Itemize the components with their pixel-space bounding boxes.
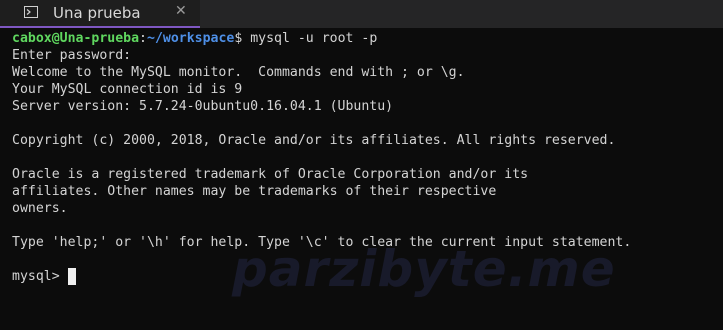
output-line: Your MySQL connection id is 9 bbox=[12, 82, 243, 97]
watermark: parzibyte.me bbox=[232, 240, 616, 298]
close-icon[interactable]: ✕ bbox=[175, 3, 187, 19]
output-line: Copyright (c) 2000, 2018, Oracle and/or … bbox=[12, 133, 616, 148]
mysql-prompt: mysql> bbox=[12, 269, 68, 284]
user-host: cabox@Una-prueba bbox=[12, 31, 140, 46]
tab-title: Una prueba bbox=[53, 4, 141, 22]
output-line: Server version: 5.7.24-0ubuntu0.16.04.1 … bbox=[12, 99, 394, 114]
terminal-tab[interactable]: Una prueba ✕ bbox=[0, 0, 200, 28]
output-line: Welcome to the MySQL monitor. Commands e… bbox=[12, 65, 465, 80]
output-line: Oracle is a registered trademark of Orac… bbox=[12, 167, 529, 182]
tab-bar: Una prueba ✕ bbox=[0, 0, 723, 28]
working-directory: ~/workspace bbox=[147, 31, 235, 46]
output-line: affiliates. Other names may be trademark… bbox=[12, 184, 497, 199]
output-line: Enter password: bbox=[12, 48, 132, 63]
terminal-icon bbox=[24, 6, 38, 18]
text-cursor bbox=[67, 268, 76, 285]
shell-command: mysql -u root -p bbox=[250, 31, 378, 46]
prompt-dollar: $ bbox=[234, 31, 251, 46]
prompt-separator: : bbox=[139, 31, 147, 46]
output-line: owners. bbox=[12, 201, 68, 216]
shell-prompt-line: cabox@Una-prueba:~/workspace$ mysql -u r… bbox=[12, 30, 717, 47]
